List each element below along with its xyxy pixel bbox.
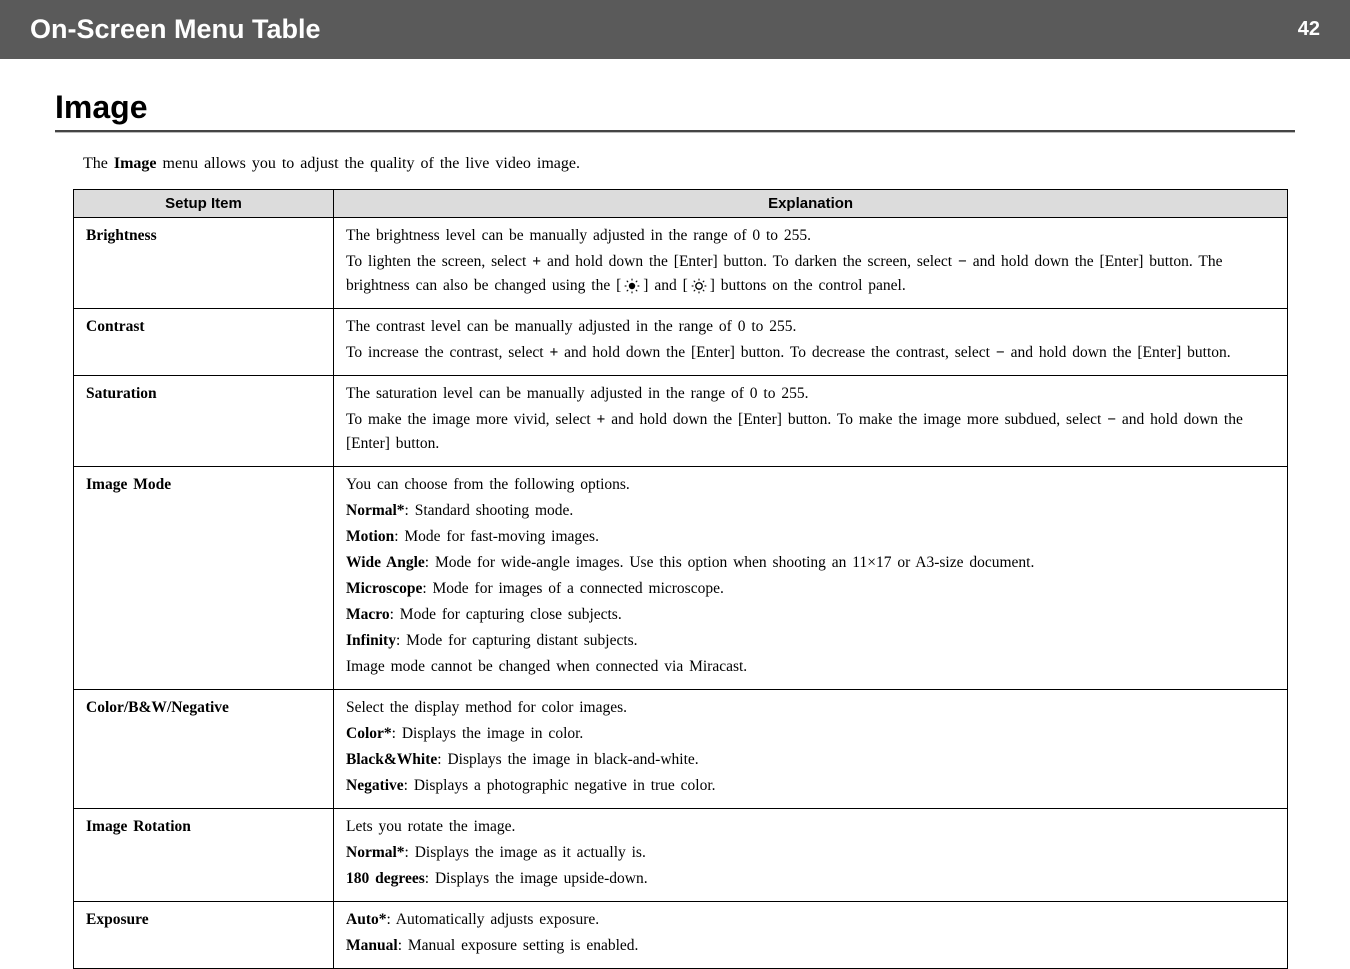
header-title: On-Screen Menu Table (30, 14, 321, 45)
intro-bold: Image (114, 155, 157, 172)
opt-text: : Mode for fast-moving images. (394, 528, 599, 545)
desc-rotation: Lets you rotate the image. Normal*: Disp… (334, 809, 1288, 902)
desc-brightness: The brightness level can be manually adj… (334, 218, 1288, 309)
row-color-bw: Color/B&W/Negative Select the display me… (74, 690, 1288, 809)
minus: − (958, 253, 967, 270)
row-image-mode: Image Mode You can choose from the follo… (74, 467, 1288, 690)
opt-text: : Displays the image in color. (392, 725, 584, 742)
minus: − (996, 344, 1005, 361)
contrast-line2: To increase the contrast, select + and h… (346, 341, 1275, 365)
line: Normal*: Displays the image as it actual… (346, 841, 1275, 865)
row-exposure: Exposure Auto*: Automatically adjusts ex… (74, 902, 1288, 969)
line: Wide Angle: Mode for wide-angle images. … (346, 551, 1275, 575)
intro-suffix: menu allows you to adjust the quality of… (157, 155, 580, 172)
opt-text: : Mode for capturing close subjects. (390, 606, 622, 623)
text: and hold down the [Enter] button. To mak… (605, 411, 1107, 428)
row-contrast: Contrast The contrast level can be manua… (74, 309, 1288, 376)
opt-text: : Displays the image upside-down. (425, 870, 648, 887)
saturation-line1: The saturation level can be manually adj… (346, 382, 1275, 406)
line: Black&White: Displays the image in black… (346, 748, 1275, 772)
opt-text: : Displays the image as it actually is. (405, 844, 646, 861)
opt-text: : Mode for images of a connected microsc… (422, 580, 724, 597)
brightness-up-icon (688, 278, 710, 294)
page-number: 42 (1298, 18, 1320, 41)
opt-text: : Mode for capturing distant subjects. (396, 632, 638, 649)
label-rotation: Image Rotation (74, 809, 334, 902)
section-intro: The Image menu allows you to adjust the … (83, 155, 1295, 173)
label-color-bw: Color/B&W/Negative (74, 690, 334, 809)
line: Normal*: Standard shooting mode. (346, 499, 1275, 523)
line: Infinity: Mode for capturing distant sub… (346, 629, 1275, 653)
line: Auto*: Automatically adjusts exposure. (346, 908, 1275, 932)
header-setup-item: Setup Item (74, 190, 334, 218)
text: ] and [ (643, 277, 687, 294)
text: To increase the contrast, select (346, 344, 549, 361)
desc-exposure: Auto*: Automatically adjusts exposure. M… (334, 902, 1288, 969)
contrast-line1: The contrast level can be manually adjus… (346, 315, 1275, 339)
desc-saturation: The saturation level can be manually adj… (334, 376, 1288, 467)
label-saturation: Saturation (74, 376, 334, 467)
text: To lighten the screen, select (346, 253, 532, 270)
opt-label: Color* (346, 725, 392, 742)
text: ] buttons on the control panel. (710, 277, 906, 294)
brightness-down-icon (621, 278, 643, 294)
text: Select the display method for color imag… (346, 696, 1275, 720)
opt-label: Black&White (346, 751, 437, 768)
section-title: Image (55, 89, 1295, 126)
opt-label: Negative (346, 777, 404, 794)
saturation-line2: To make the image more vivid, select + a… (346, 408, 1275, 456)
opt-text: : Displays the image in black-and-white. (437, 751, 698, 768)
text: To make the image more vivid, select (346, 411, 597, 428)
desc-contrast: The contrast level can be manually adjus… (334, 309, 1288, 376)
opt-label: Auto* (346, 911, 386, 928)
opt-label: Normal* (346, 502, 405, 519)
line: Macro: Mode for capturing close subjects… (346, 603, 1275, 627)
text: Image mode cannot be changed when connec… (346, 655, 1275, 679)
opt-label: Normal* (346, 844, 405, 861)
text: You can choose from the following option… (346, 473, 1275, 497)
text: and hold down the [Enter] button. (1005, 344, 1231, 361)
row-saturation: Saturation The saturation level can be m… (74, 376, 1288, 467)
minus: − (1107, 411, 1116, 428)
intro-prefix: The (83, 155, 114, 172)
opt-text: : Automatically adjusts exposure. (386, 911, 599, 928)
label-image-mode: Image Mode (74, 467, 334, 690)
text: and hold down the [Enter] button. To dec… (558, 344, 996, 361)
label-contrast: Contrast (74, 309, 334, 376)
opt-text: : Displays a photographic negative in tr… (404, 777, 716, 794)
opt-text: : Manual exposure setting is enabled. (398, 937, 639, 954)
opt-text: : Standard shooting mode. (405, 502, 574, 519)
text: Lets you rotate the image. (346, 815, 1275, 839)
line: Microscope: Mode for images of a connect… (346, 577, 1275, 601)
header-explanation: Explanation (334, 190, 1288, 218)
opt-label: Motion (346, 528, 394, 545)
opt-label: Microscope (346, 580, 422, 597)
opt-label: Wide Angle (346, 554, 425, 571)
settings-table: Setup Item Explanation Brightness The br… (73, 189, 1288, 969)
line: Motion: Mode for fast-moving images. (346, 525, 1275, 549)
row-brightness: Brightness The brightness level can be m… (74, 218, 1288, 309)
line: 180 degrees: Displays the image upside-d… (346, 867, 1275, 891)
opt-label: Manual (346, 937, 398, 954)
line: Color*: Displays the image in color. (346, 722, 1275, 746)
text: and hold down the [Enter] button. To dar… (541, 253, 958, 270)
brightness-line2: To lighten the screen, select + and hold… (346, 250, 1275, 298)
label-brightness: Brightness (74, 218, 334, 309)
opt-label: 180 degrees (346, 870, 425, 887)
line: Manual: Manual exposure setting is enabl… (346, 934, 1275, 958)
page-content: Image The Image menu allows you to adjus… (0, 59, 1350, 969)
opt-label: Infinity (346, 632, 396, 649)
brightness-line1: The brightness level can be manually adj… (346, 224, 1275, 248)
header-bar: On-Screen Menu Table 42 (0, 0, 1350, 59)
desc-color-bw: Select the display method for color imag… (334, 690, 1288, 809)
row-rotation: Image Rotation Lets you rotate the image… (74, 809, 1288, 902)
line: Negative: Displays a photographic negati… (346, 774, 1275, 798)
label-exposure: Exposure (74, 902, 334, 969)
opt-label: Macro (346, 606, 390, 623)
desc-image-mode: You can choose from the following option… (334, 467, 1288, 690)
plus: + (532, 253, 541, 270)
plus: + (549, 344, 558, 361)
section-underline (55, 130, 1295, 133)
opt-text: : Mode for wide-angle images. Use this o… (425, 554, 1035, 571)
